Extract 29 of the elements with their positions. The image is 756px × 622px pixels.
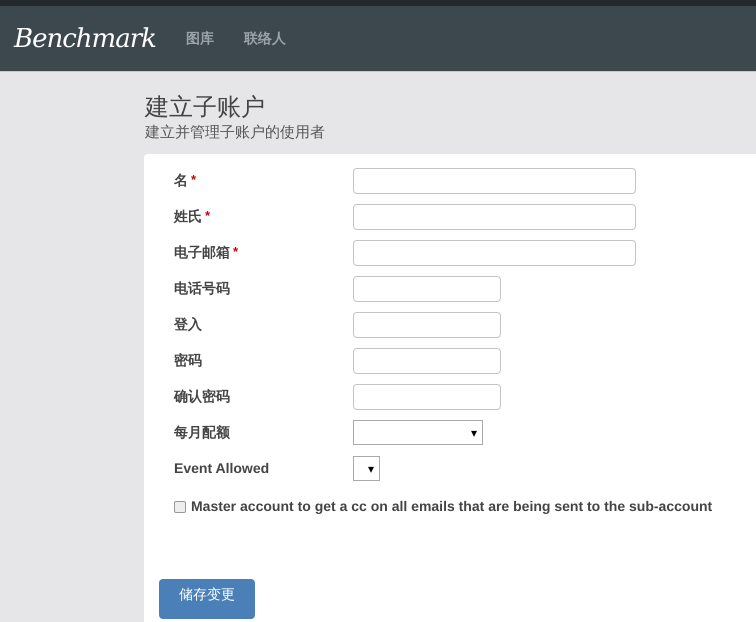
dropdown[interactable]: ▾ (353, 456, 380, 481)
input-field[interactable] (353, 312, 501, 338)
field-label: 每月配额 (174, 423, 230, 442)
checkbox[interactable] (174, 500, 186, 512)
required-mark: * (191, 171, 196, 189)
field-label: 登入 (174, 315, 202, 334)
input-field[interactable] (353, 384, 501, 410)
field-label: 电话号码 (174, 279, 230, 298)
input-field[interactable] (353, 240, 636, 266)
page-title: 建立子账户 (145, 93, 266, 123)
field-label: Event Allowed (174, 459, 270, 478)
required-mark: * (233, 243, 238, 261)
nav-link[interactable]: 图库 (186, 28, 214, 49)
field-label: 姓氏 (174, 207, 202, 226)
save-button[interactable]: 储存变更 (159, 579, 255, 619)
page-subtitle: 建立并管理子账户的使用者 (145, 124, 326, 142)
field-label: 电子邮箱 (174, 243, 230, 262)
field-label: 密码 (174, 351, 202, 370)
nav-link[interactable]: 联络人 (244, 28, 286, 49)
checkbox-label: Master account to get a cc on all emails that are being sent to the sub-account (191, 497, 712, 516)
input-field[interactable] (353, 348, 501, 374)
input-field[interactable] (353, 204, 636, 230)
input-field[interactable] (353, 276, 501, 302)
dropdown[interactable]: ▾ (353, 420, 483, 445)
required-mark: * (205, 207, 210, 225)
input-field[interactable] (353, 168, 636, 194)
field-label: 确认密码 (174, 387, 230, 406)
field-label: 名 (174, 171, 188, 190)
logo[interactable]: Benchmark (12, 20, 162, 56)
